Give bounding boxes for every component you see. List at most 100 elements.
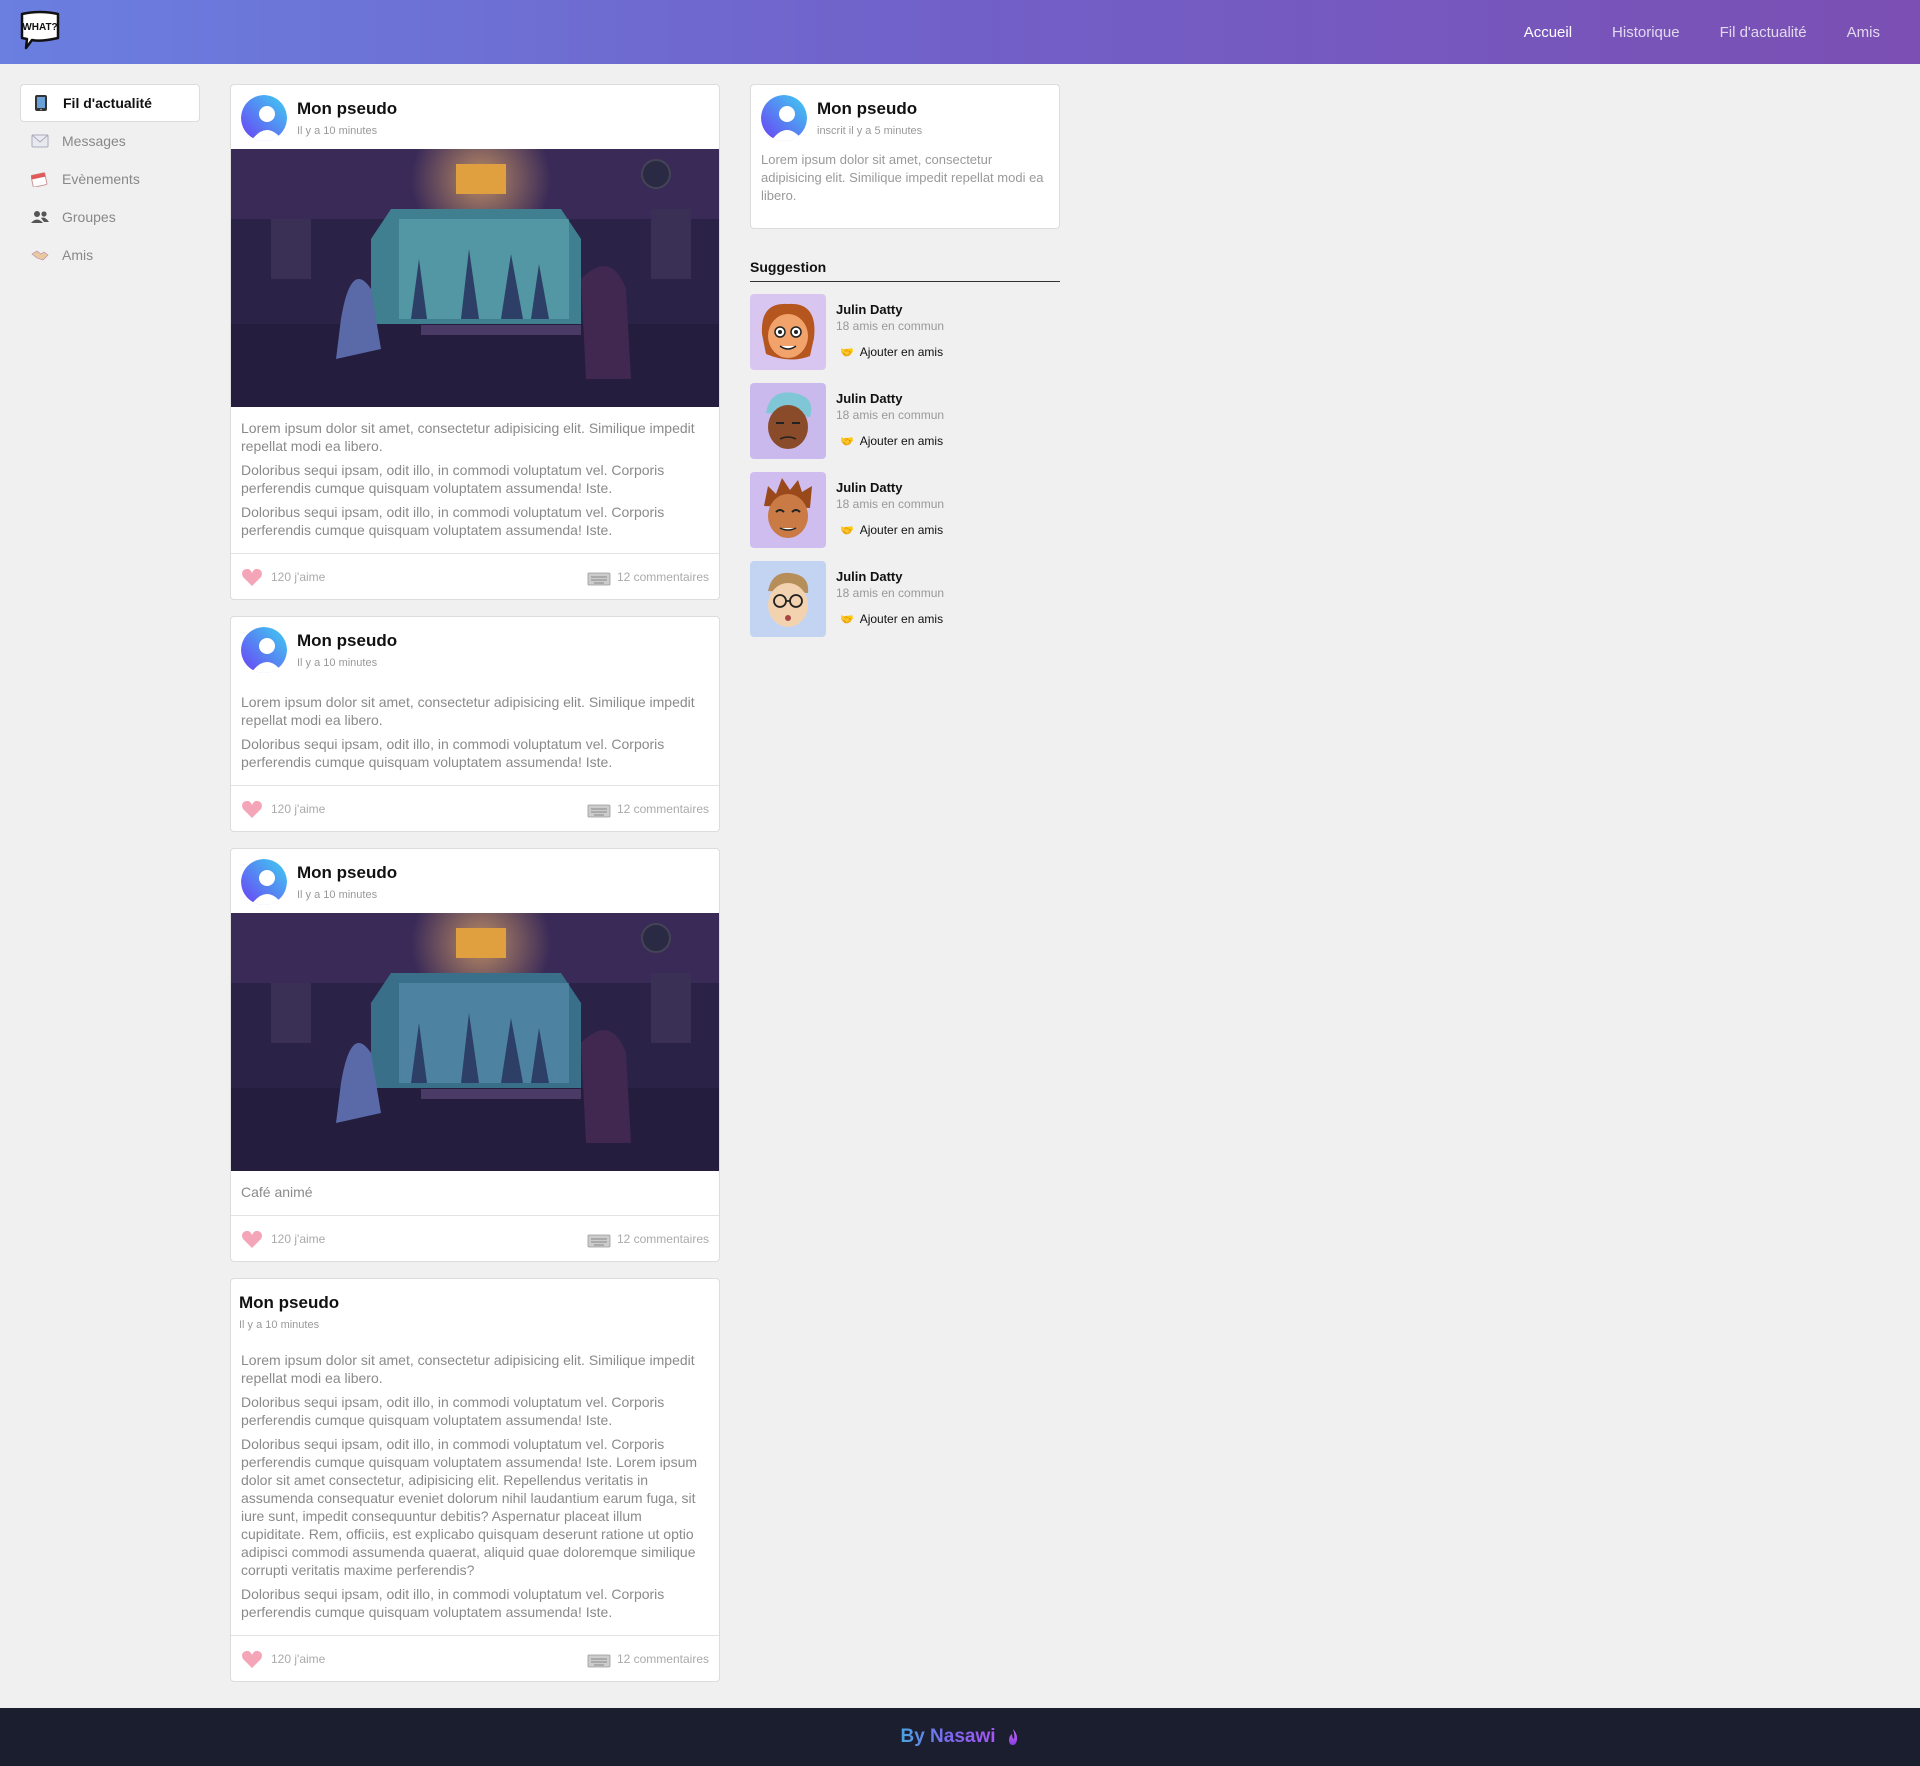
nav-fil-actualite[interactable]: Fil d'actualité bbox=[1720, 24, 1807, 41]
sidebar: Fil d'actualité Messages Evènements Grou… bbox=[20, 84, 200, 274]
friend-avatar[interactable] bbox=[750, 561, 826, 637]
comment-button[interactable]: 12 commentaires bbox=[587, 1230, 709, 1248]
heart-icon bbox=[242, 1230, 262, 1248]
profile-card: Mon pseudo inscrit il y a 5 minutes Lore… bbox=[750, 84, 1060, 229]
post-card: Mon pseudo Il y a 10 minutes Lorem ipsum… bbox=[230, 1278, 720, 1682]
add-friend-label: Ajouter en amis bbox=[859, 523, 944, 537]
nav-accueil[interactable]: Accueil bbox=[1524, 24, 1572, 41]
comment-button[interactable]: 12 commentaires bbox=[587, 1650, 709, 1668]
post-time: Il y a 10 minutes bbox=[297, 657, 378, 669]
handshake-icon bbox=[30, 245, 50, 265]
add-friend-button[interactable]: 🤝 Ajouter en amis bbox=[836, 434, 944, 448]
suggestion-item: Julin Datty 18 amis en commun 🤝 Ajouter … bbox=[750, 472, 1060, 549]
post-image[interactable] bbox=[231, 913, 719, 1171]
friend-name[interactable]: Julin Datty bbox=[836, 302, 944, 317]
post-author[interactable]: Mon pseudo bbox=[239, 1293, 339, 1313]
post-time: Il y a 10 minutes bbox=[297, 889, 378, 901]
post-image[interactable] bbox=[231, 149, 719, 407]
handshake-icon: 🤝 bbox=[840, 435, 854, 448]
post-author[interactable]: Mon pseudo bbox=[297, 631, 397, 651]
calendar-icon bbox=[30, 169, 50, 189]
post-card: Mon pseudo Il y a 10 minutes Lorem ipsum… bbox=[230, 84, 720, 600]
like-button[interactable]: 120 j'aime bbox=[241, 799, 325, 819]
heart-icon bbox=[242, 1650, 262, 1668]
sidebar-item-messages[interactable]: Messages bbox=[20, 122, 200, 160]
friend-avatar[interactable] bbox=[750, 472, 826, 548]
sidebar-item-amis[interactable]: Amis bbox=[20, 236, 200, 274]
nav-amis[interactable]: Amis bbox=[1847, 24, 1880, 41]
friend-avatar[interactable] bbox=[750, 294, 826, 370]
friend-name[interactable]: Julin Datty bbox=[836, 480, 944, 495]
comment-count: 12 commentaires bbox=[616, 801, 709, 816]
suggestion-item: Julin Datty 18 amis en commun 🤝 Ajouter … bbox=[750, 561, 1060, 638]
post-author[interactable]: Mon pseudo bbox=[297, 99, 397, 119]
avatar[interactable] bbox=[241, 95, 287, 141]
keyboard-icon bbox=[587, 1654, 611, 1667]
friend-name[interactable]: Julin Datty bbox=[836, 391, 944, 406]
heart-icon bbox=[242, 568, 262, 586]
like-button[interactable]: 120 j'aime bbox=[241, 1649, 325, 1669]
group-icon bbox=[30, 207, 50, 227]
avatar[interactable] bbox=[761, 95, 807, 141]
post-footer: 120 j'aime 12 commentaires bbox=[231, 1215, 719, 1261]
sidebar-item-label: Messages bbox=[62, 133, 126, 149]
post-paragraph: Doloribus sequi ipsam, odit illo, in com… bbox=[241, 1394, 665, 1428]
add-friend-button[interactable]: 🤝 Ajouter en amis bbox=[836, 523, 944, 537]
sidebar-item-label: Groupes bbox=[62, 209, 116, 225]
like-count: 120 j'aime bbox=[271, 1231, 326, 1246]
top-header: WHAT? Accueil Historique Fil d'actualité… bbox=[0, 0, 1920, 64]
comment-button[interactable]: 12 commentaires bbox=[587, 800, 709, 818]
add-friend-label: Ajouter en amis bbox=[859, 345, 944, 359]
avatar[interactable] bbox=[241, 859, 287, 905]
suggestion-item: Julin Datty 18 amis en commun 🤝 Ajouter … bbox=[750, 383, 1060, 460]
news-feed: Mon pseudo Il y a 10 minutes Lorem ipsum… bbox=[230, 84, 720, 1698]
phone-icon bbox=[31, 93, 51, 113]
mutual-friends: 18 amis en commun bbox=[836, 586, 945, 600]
keyboard-icon bbox=[587, 572, 611, 585]
add-friend-button[interactable]: 🤝 Ajouter en amis bbox=[836, 612, 944, 626]
post-body: Lorem ipsum dolor sit amet, consectetur … bbox=[231, 407, 719, 553]
post-paragraph: Café animé bbox=[241, 1184, 313, 1200]
mutual-friends: 18 amis en commun bbox=[836, 408, 945, 422]
nav-historique[interactable]: Historique bbox=[1612, 24, 1680, 41]
profile-description: Lorem ipsum dolor sit amet, consectetur … bbox=[761, 152, 1044, 203]
profile-name[interactable]: Mon pseudo bbox=[817, 99, 922, 119]
sidebar-item-fil-actualite[interactable]: Fil d'actualité bbox=[20, 84, 200, 122]
post-footer: 120 j'aime 12 commentaires bbox=[231, 785, 719, 831]
sidebar-item-label: Evènements bbox=[62, 171, 140, 187]
friend-name[interactable]: Julin Datty bbox=[836, 569, 944, 584]
like-count: 120 j'aime bbox=[271, 801, 326, 816]
avatar[interactable] bbox=[241, 627, 287, 673]
heart-icon bbox=[242, 800, 262, 818]
friend-avatar[interactable] bbox=[750, 383, 826, 459]
sidebar-item-evenements[interactable]: Evènements bbox=[20, 160, 200, 198]
post-card: Mon pseudo Il y a 10 minutes Café animé bbox=[230, 848, 720, 1262]
logo-text: WHAT? bbox=[22, 22, 57, 33]
like-count: 120 j'aime bbox=[271, 1651, 326, 1666]
post-body: Lorem ipsum dolor sit amet, consectetur … bbox=[231, 1339, 719, 1635]
page-footer: By Nasawi bbox=[0, 1708, 1920, 1766]
comment-button[interactable]: 12 commentaires bbox=[587, 568, 709, 586]
post-body: Café animé bbox=[231, 1171, 719, 1215]
post-header: Mon pseudo Il y a 10 minutes bbox=[231, 617, 719, 681]
add-friend-button[interactable]: 🤝 Ajouter en amis bbox=[836, 345, 944, 359]
post-paragraph: Lorem ipsum dolor sit amet, consectetur … bbox=[241, 1352, 695, 1386]
suggestion-item: Julin Datty 18 amis en commun 🤝 Ajouter … bbox=[750, 294, 1060, 371]
post-body: Lorem ipsum dolor sit amet, consectetur … bbox=[231, 681, 719, 785]
footer-brand[interactable]: By Nasawi bbox=[900, 1726, 995, 1748]
right-column: Mon pseudo inscrit il y a 5 minutes Lore… bbox=[750, 84, 1060, 638]
post-paragraph: Lorem ipsum dolor sit amet, consectetur … bbox=[241, 420, 695, 454]
post-footer: 120 j'aime 12 commentaires bbox=[231, 1635, 719, 1681]
post-header: Mon pseudo Il y a 10 minutes bbox=[231, 85, 719, 149]
top-nav: Accueil Historique Fil d'actualité Amis bbox=[1524, 0, 1920, 64]
sidebar-item-label: Amis bbox=[62, 247, 94, 263]
sidebar-item-groupes[interactable]: Groupes bbox=[20, 198, 200, 236]
comment-count: 12 commentaires bbox=[616, 1231, 709, 1246]
mutual-friends: 18 amis en commun bbox=[836, 497, 945, 511]
like-count: 120 j'aime bbox=[271, 569, 326, 584]
like-button[interactable]: 120 j'aime bbox=[241, 567, 325, 587]
like-button[interactable]: 120 j'aime bbox=[241, 1229, 325, 1249]
logo[interactable]: WHAT? bbox=[18, 8, 62, 52]
post-card: Mon pseudo Il y a 10 minutes Lorem ipsum… bbox=[230, 616, 720, 832]
post-author[interactable]: Mon pseudo bbox=[297, 863, 397, 883]
